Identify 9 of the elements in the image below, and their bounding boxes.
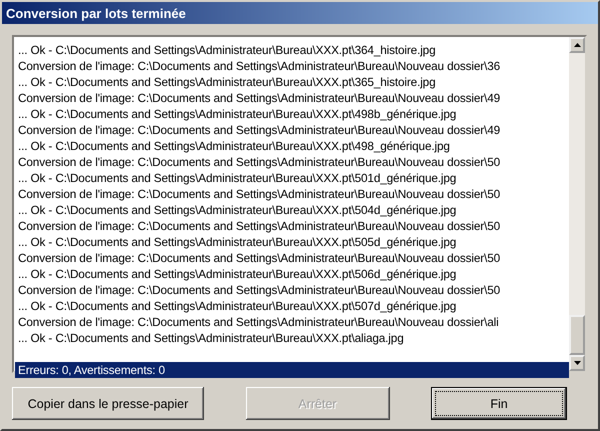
scroll-down-button[interactable] [569,355,585,371]
dialog-button[interactable]: Copier dans le presse-papier [12,387,204,420]
down-arrow-icon [574,361,580,365]
window-title: Conversion par lots terminée [2,2,598,24]
scroll-up-button[interactable] [569,37,585,53]
up-arrow-icon [574,43,580,47]
dialog-button[interactable]: Fin [431,387,567,420]
scrollbar[interactable] [569,37,585,371]
scroll-thumb[interactable] [569,315,585,355]
